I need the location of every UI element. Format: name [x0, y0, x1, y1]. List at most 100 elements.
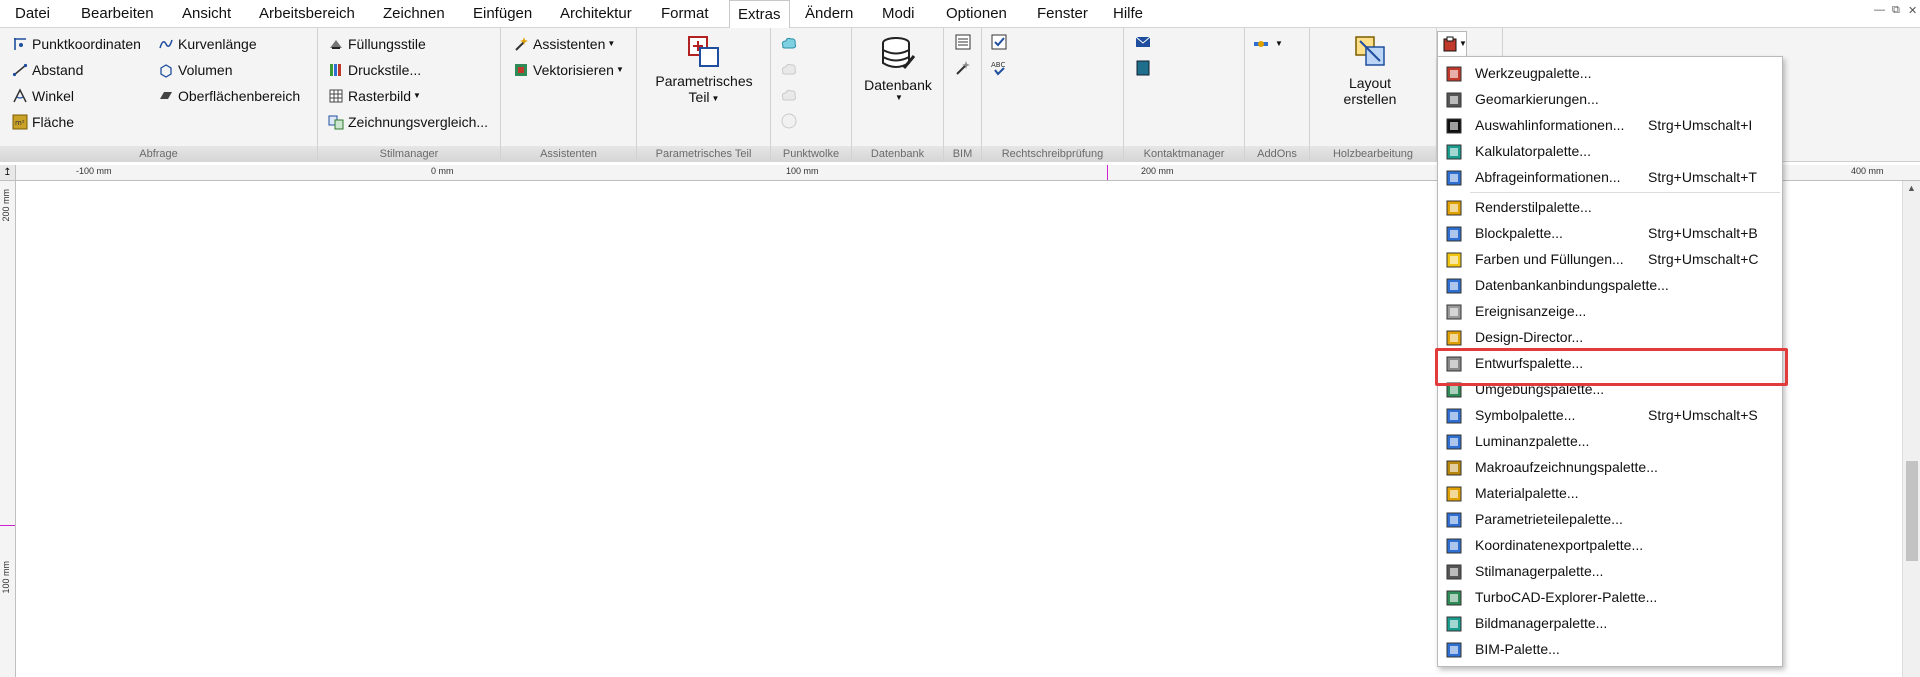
vertical-scrollbar[interactable]: ▲ — [1902, 181, 1920, 677]
dropdown-item[interactable]: Parametrieteilepalette... — [1438, 507, 1782, 533]
vektorisieren-label: Vektorisieren — [533, 62, 614, 78]
point-coordinates-icon — [14, 38, 26, 50]
macro-icon — [1446, 460, 1462, 476]
ruler-corner[interactable]: ↥ — [0, 165, 16, 181]
point-cloud-settings-icon[interactable] — [779, 111, 799, 131]
close-icon[interactable]: ✕ — [1908, 4, 1917, 17]
dropdown-item[interactable]: Auswahlinformationen... Strg+Umschalt+I — [1438, 113, 1782, 139]
menu-arbeitsbereich[interactable]: Arbeitsbereich — [259, 0, 355, 28]
palettes-dropdown-button[interactable]: ▼ — [1437, 31, 1467, 56]
menu-modi[interactable]: Modi — [882, 0, 915, 28]
punktkoordinaten-button[interactable]: Punktkoordinaten — [12, 33, 141, 55]
menu-zeichnen[interactable]: Zeichnen — [383, 0, 445, 28]
style-manager-icon — [1446, 564, 1462, 580]
layout-erstellen-label-1: Layout — [1348, 75, 1392, 91]
dropdown-item-label: Abfrageinformationen... — [1475, 169, 1621, 185]
menu-datei[interactable]: Datei — [15, 0, 50, 28]
address-book-icon[interactable] — [1134, 59, 1152, 77]
dropdown-item-label: Renderstilpalette... — [1475, 199, 1592, 215]
spellcheck-abc-icon[interactable]: ABC — [990, 59, 1008, 77]
spellcheck-icon[interactable] — [990, 33, 1008, 51]
dropdown-item[interactable]: Stilmanagerpalette... — [1438, 559, 1782, 585]
ruler-label: 100 mm — [786, 166, 819, 176]
dropdown-item[interactable]: TurboCAD-Explorer-Palette... — [1438, 585, 1782, 611]
chevron-down-icon: ▼ — [615, 65, 624, 74]
abstand-button[interactable]: Abstand — [12, 59, 83, 81]
ruler-label: 200 mm — [1, 189, 11, 222]
group-title-abfrage: Abfrage — [0, 146, 317, 162]
dropdown-item[interactable]: Makroaufzeichnungspalette... — [1438, 455, 1782, 481]
dropdown-item-label: Stilmanagerpalette... — [1475, 563, 1604, 579]
dropdown-item[interactable]: Kalkulatorpalette... — [1438, 139, 1782, 165]
image-manager-icon — [1446, 616, 1462, 632]
dropdown-item[interactable]: BIM-Palette... — [1438, 637, 1782, 663]
menu-einfuegen[interactable]: Einfügen — [473, 0, 532, 28]
point-cloud-export-icon[interactable] — [779, 85, 799, 105]
event-viewer-icon — [1446, 304, 1462, 320]
minimize-icon[interactable]: — — [1874, 4, 1885, 16]
dropdown-item-label: Koordinatenexportpalette... — [1475, 537, 1644, 553]
render-icon — [1446, 200, 1462, 216]
database-icon — [882, 37, 916, 69]
point-cloud-import-icon[interactable] — [779, 59, 799, 79]
flaeche-button[interactable]: m² Fläche — [12, 111, 74, 133]
luminance-icon — [1446, 434, 1462, 450]
menu-format[interactable]: Format — [661, 0, 709, 28]
addons-button[interactable]: ▼ — [1253, 33, 1283, 55]
menu-fenster[interactable]: Fenster — [1037, 0, 1088, 28]
winkel-button[interactable]: Winkel — [12, 85, 74, 107]
dropdown-item[interactable]: Blockpalette... Strg+Umschalt+B — [1438, 221, 1782, 247]
scroll-up-icon[interactable]: ▲ — [1907, 183, 1916, 193]
assistenten-button[interactable]: Assistenten ▼ — [513, 33, 615, 55]
kurvenlaenge-button[interactable]: Kurvenlänge — [158, 33, 257, 55]
group-title-assistenten: Assistenten — [501, 146, 636, 162]
oberflaechenbereich-button[interactable]: Oberflächenbereich — [158, 85, 300, 107]
group-title-holzbearbeitung: Holzbearbeitung — [1310, 146, 1436, 162]
parametrisches-teil-button[interactable]: Parametrisches Teil ▼ — [649, 34, 759, 105]
dropdown-item[interactable]: Koordinatenexportpalette... — [1438, 533, 1782, 559]
restore-icon[interactable]: ⧉ — [1892, 4, 1900, 17]
dropdown-item[interactable]: Geomarkierungen... — [1438, 87, 1782, 113]
menu-ansicht[interactable]: Ansicht — [182, 0, 231, 28]
rasterbild-button[interactable]: Rasterbild ▼ — [328, 85, 421, 107]
vektorisieren-button[interactable]: Vektorisieren ▼ — [513, 59, 624, 81]
toolbox-icon — [1446, 66, 1462, 82]
zeichnungsvergleich-button[interactable]: Zeichnungsvergleich... — [328, 111, 488, 133]
menu-aendern[interactable]: Ändern — [805, 0, 853, 28]
bim-wand-icon[interactable] — [954, 59, 972, 77]
dropdown-item[interactable]: Renderstilpalette... — [1438, 195, 1782, 221]
dropdown-item[interactable]: Ereignisanzeige... — [1438, 299, 1782, 325]
mail-icon[interactable] — [1134, 33, 1152, 51]
volumen-button[interactable]: Volumen — [158, 59, 232, 81]
datenbank-button[interactable]: Datenbank ▼ — [858, 34, 938, 102]
dropdown-item-label: Design-Director... — [1475, 329, 1584, 345]
layout-erstellen-button[interactable]: Layout erstellen — [1320, 34, 1420, 107]
bim-list-icon[interactable] — [954, 33, 972, 51]
scrollbar-thumb[interactable] — [1906, 461, 1918, 561]
cursor-icon — [1446, 118, 1462, 134]
layout-erstellen-label-2: erstellen — [1343, 91, 1397, 107]
dropdown-item[interactable]: Werkzeugpalette... — [1438, 61, 1782, 87]
menu-hilfe[interactable]: Hilfe — [1113, 0, 1143, 28]
geomarker-icon — [1446, 92, 1462, 108]
dropdown-item-label: Datenbankanbindungspalette... — [1475, 277, 1669, 293]
group-addons: ▼ AddOns — [1245, 28, 1310, 162]
dropdown-item[interactable]: Farben und Füllungen... Strg+Umschalt+C — [1438, 247, 1782, 273]
point-cloud-icon[interactable] — [779, 33, 799, 53]
dropdown-item[interactable]: Luminanzpalette... — [1438, 429, 1782, 455]
dropdown-item[interactable]: Materialpalette... — [1438, 481, 1782, 507]
layout-create-icon — [1355, 36, 1385, 66]
druckstile-button[interactable]: Druckstile... — [328, 59, 421, 81]
dropdown-item-shortcut: Strg+Umschalt+I — [1648, 117, 1753, 133]
menu-extras[interactable]: Extras — [729, 0, 790, 29]
fuellungsstile-button[interactable]: Füllungsstile — [328, 33, 426, 55]
menu-optionen[interactable]: Optionen — [946, 0, 1007, 28]
dropdown-item[interactable]: Symbolpalette... Strg+Umschalt+S — [1438, 403, 1782, 429]
menu-bearbeiten[interactable]: Bearbeiten — [81, 0, 154, 28]
group-punktwolke: Punktwolke — [771, 28, 852, 162]
menu-architektur[interactable]: Architektur — [560, 0, 632, 28]
dropdown-item[interactable]: Abfrageinformationen... Strg+Umschalt+T — [1438, 165, 1782, 191]
group-title-rechtschreibpruefung: Rechtschreibprüfung — [982, 146, 1123, 162]
dropdown-item[interactable]: Bildmanagerpalette... — [1438, 611, 1782, 637]
dropdown-item[interactable]: Datenbankanbindungspalette... — [1438, 273, 1782, 299]
